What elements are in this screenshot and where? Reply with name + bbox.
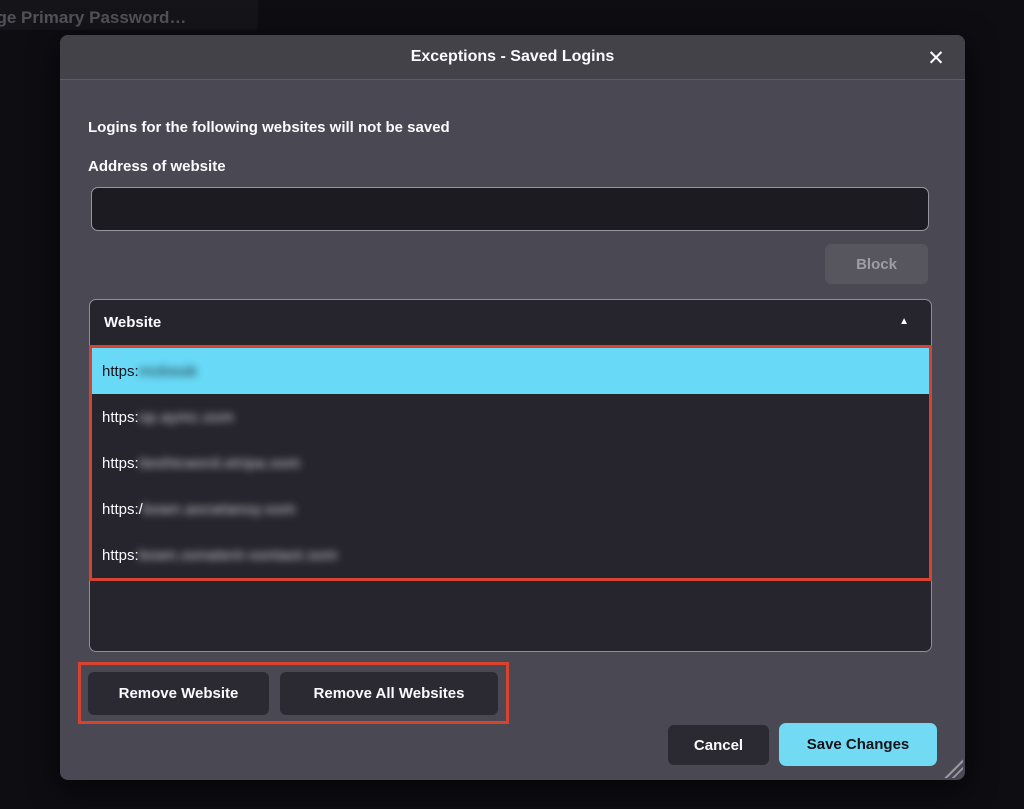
save-changes-button[interactable]: Save Changes: [779, 723, 937, 766]
list-item[interactable]: https:iteshtcword.etripa.oom: [92, 440, 929, 486]
blurred-url: iteshtcword.etripa.oom: [139, 455, 301, 472]
block-button[interactable]: Block: [825, 244, 928, 284]
remove-website-button[interactable]: Remove Website: [88, 672, 269, 715]
list-item[interactable]: https:op.aymc.oom: [92, 394, 929, 440]
blurred-url: mobwak: [139, 363, 198, 380]
list-item[interactable]: https:bown.oonatent-oontaot.oom: [92, 532, 929, 578]
blurred-url: bown.oonatent-oontaot.oom: [139, 547, 338, 564]
close-icon[interactable]: ✕: [921, 43, 951, 73]
sort-ascending-icon[interactable]: ▲: [899, 317, 909, 327]
url-prefix: https:/: [102, 501, 143, 518]
url-prefix: https:: [102, 455, 139, 472]
exceptions-dialog: Exceptions - Saved Logins ✕ Logins for t…: [60, 35, 965, 780]
address-input[interactable]: [91, 187, 929, 231]
annotation-rectangle-websites: https:mobwak https:op.aymc.oom https:ite…: [89, 345, 932, 581]
list-item[interactable]: https:mobwak: [92, 348, 929, 394]
list-item[interactable]: https:/bown.aocwtanoy.oom: [92, 486, 929, 532]
url-prefix: https:: [102, 547, 139, 564]
address-of-website-label: Address of website: [88, 158, 226, 175]
website-column-label: Website: [104, 314, 161, 331]
blurred-url: op.aymc.oom: [139, 409, 235, 426]
cancel-button[interactable]: Cancel: [668, 725, 769, 765]
dialog-header: Exceptions - Saved Logins ✕: [60, 35, 965, 80]
website-listbox: Website ▲ https:mobwak https:op.aymc.oom…: [89, 299, 932, 652]
dialog-title: Exceptions - Saved Logins: [411, 48, 615, 66]
remove-all-websites-button[interactable]: Remove All Websites: [280, 672, 498, 715]
website-column-header[interactable]: Website ▲: [90, 300, 931, 345]
blurred-url: bown.aocwtanoy.oom: [143, 501, 296, 518]
url-prefix: https:: [102, 363, 139, 380]
resize-grip[interactable]: [941, 756, 963, 778]
url-prefix: https:: [102, 409, 139, 426]
intro-text: Logins for the following websites will n…: [88, 119, 450, 136]
